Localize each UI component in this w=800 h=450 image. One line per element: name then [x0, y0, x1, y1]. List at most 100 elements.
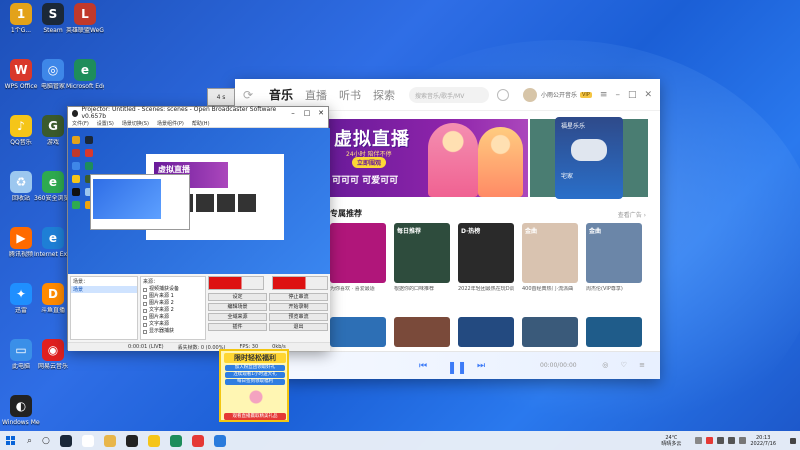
obs-button[interactable]: 插件 — [208, 323, 267, 331]
menu-icon[interactable]: ≡ — [600, 90, 608, 100]
source-item[interactable]: 文字来源 — [141, 321, 205, 328]
taskbar-app-icon[interactable] — [125, 434, 138, 447]
source-checkbox[interactable] — [143, 315, 147, 320]
card-caption[interactable]: 为你喜欢 · 喜爱最适 — [330, 286, 386, 292]
taskbar-app-icon[interactable] — [103, 434, 116, 447]
tray-chevron-icon[interactable] — [695, 437, 703, 444]
source-item[interactable]: 视频捕获设备 — [141, 286, 205, 293]
obs-button[interactable]: 预览串流 — [269, 313, 328, 321]
media-icon[interactable]: ◐ Windows Media — [2, 395, 40, 426]
source-checkbox[interactable] — [143, 329, 147, 334]
card-cover-image[interactable]: 每日推荐 — [394, 223, 450, 283]
mic-volume-meter[interactable] — [208, 276, 264, 290]
source-item[interactable]: 图片来源 — [141, 314, 205, 321]
source-item[interactable]: 显示器捕获 — [141, 328, 205, 335]
obs-window[interactable]: Projector: Untitled - Scenes: scenes - O… — [67, 106, 330, 351]
clock[interactable]: 20:13 2022/7/16 — [750, 435, 776, 447]
taskbar-thumbnail[interactable]: 4 s — [207, 88, 235, 106]
game-card[interactable]: 福星乐乐 宅家 — [555, 117, 623, 199]
tab-audiobook[interactable]: 听书 — [339, 87, 361, 103]
source-checkbox[interactable] — [143, 294, 147, 299]
search-input[interactable]: 搜索音乐/歌手/MV — [409, 86, 490, 103]
tab-explore[interactable]: 探索 — [373, 87, 395, 103]
tab-live[interactable]: 直播 — [305, 87, 327, 103]
minimize-icon[interactable]: – — [286, 109, 300, 117]
source-item[interactable]: 文字来源 2 — [141, 307, 205, 314]
promo-popup[interactable]: 限时轻松福利 加入粉丝团领取好礼 连续观看1小时送大礼 每日签到领取福利 观看直… — [219, 349, 289, 422]
obs-menu-item[interactable]: 场景组件(P) — [157, 120, 184, 127]
card-caption[interactable]: 周杰伦(VIP尊享) — [586, 286, 642, 292]
listen-recognize-icon[interactable] — [497, 88, 510, 101]
obs-button[interactable]: 停止串流 — [269, 293, 328, 301]
live-banner[interactable]: 虚拟直播 24小时 陪伴不停 立即围观 可可可 可爱可可 — [328, 119, 528, 197]
taskbar-app-icon[interactable] — [213, 434, 226, 447]
scene-item[interactable]: 场景 — [71, 286, 137, 293]
avatar[interactable] — [522, 87, 537, 102]
rec-card-4[interactable]: 金曲 400首经典热门·流派曲 — [522, 223, 578, 292]
tray-app-icon[interactable] — [706, 437, 714, 444]
card-caption[interactable]: 2022年轻团最热在玩D调精品 — [458, 286, 514, 292]
section-more-link[interactable]: 查看广告 › — [618, 210, 646, 219]
input-method-icon[interactable] — [739, 437, 747, 444]
source-item[interactable]: 图片来源 2 — [141, 300, 205, 307]
obs-button[interactable]: 开始录制 — [269, 303, 328, 311]
user-area[interactable]: 小雨公开音乐 VIP ≡ – □ ✕ — [522, 87, 652, 102]
source-checkbox[interactable] — [143, 287, 147, 292]
maximize-icon[interactable]: □ — [300, 109, 314, 117]
obs-button[interactable]: 退出 — [269, 323, 328, 331]
obs-button[interactable]: 全域来源 — [208, 313, 267, 321]
rec-card-5[interactable]: 金曲周杰伦(VIP尊享) — [586, 223, 642, 292]
maximize-icon[interactable]: □ — [628, 90, 637, 100]
search-icon[interactable]: ⌕ — [27, 436, 32, 446]
obs-menu-item[interactable]: 设置(S) — [97, 120, 114, 127]
taskbar-app-icon[interactable] — [169, 434, 182, 447]
network-icon[interactable] — [717, 437, 725, 444]
tab-music[interactable]: 音乐 — [269, 86, 293, 103]
weather-widget[interactable]: 24℃ 晴晴多云 — [661, 435, 681, 447]
card-cover-image[interactable]: 金曲 — [586, 223, 642, 283]
start-icon[interactable] — [6, 436, 15, 445]
previous-icon[interactable]: ⏮ — [419, 361, 427, 371]
taskbar-app-icon[interactable] — [147, 434, 160, 447]
player-controls-icons[interactable]: ◎ ♡ ≡ — [602, 361, 650, 369]
card-caption[interactable]: 根据你的口味推荐 — [394, 286, 450, 292]
obs-menu-item[interactable]: 文件(F) — [72, 120, 89, 127]
rec-card-1[interactable]: 为你喜欢 · 喜爱最适 — [330, 223, 386, 292]
task-view-icon[interactable]: ○ — [42, 436, 50, 446]
rec-row2-4[interactable] — [522, 317, 578, 347]
rec-card-3[interactable]: D·热榜 2022年轻团最热在玩D调精品 — [458, 223, 514, 292]
card-caption[interactable]: 400首经典热门·流派曲 — [522, 286, 578, 292]
play-pause-icon[interactable]: ❚❚ — [447, 360, 467, 374]
rec-row2-3[interactable] — [458, 317, 514, 347]
taskbar-app-icon[interactable] — [59, 434, 72, 447]
rec-row2-2[interactable] — [394, 317, 450, 347]
volume-icon[interactable] — [728, 437, 736, 444]
obs-menu-item[interactable]: 帮助(H) — [192, 120, 210, 127]
obs-button[interactable]: 编辑场景 — [208, 303, 267, 311]
refresh-icon[interactable]: ⟳ — [243, 88, 257, 102]
source-checkbox[interactable] — [143, 301, 147, 306]
taskbar-app-icon[interactable] — [191, 434, 204, 447]
notification-icon[interactable] — [790, 437, 796, 444]
desktop-volume-meter[interactable] — [272, 276, 328, 290]
obs-button[interactable]: 设定 — [208, 293, 267, 301]
wegame-icon[interactable]: L 英雄联盟WeGame — [66, 3, 104, 34]
rec-row2-1[interactable] — [330, 317, 386, 347]
close-icon[interactable]: ✕ — [644, 90, 652, 100]
close-icon[interactable]: ✕ — [314, 109, 328, 117]
card-cover-image[interactable]: 金曲 — [522, 223, 578, 283]
minimize-icon[interactable]: – — [615, 90, 620, 100]
user-name[interactable]: 小雨公开音乐 — [541, 90, 577, 99]
rec-row2-5[interactable] — [586, 317, 642, 347]
taskbar-app-icon[interactable] — [81, 434, 94, 447]
next-icon[interactable]: ⏭ — [477, 361, 485, 371]
card-cover-image[interactable] — [330, 223, 386, 283]
source-checkbox[interactable] — [143, 308, 147, 313]
banner-watch-button[interactable]: 立即围观 — [352, 157, 387, 168]
obs-menu-item[interactable]: 场景切换(S) — [122, 120, 149, 127]
source-item[interactable]: 图片来源 1 — [141, 293, 205, 300]
edge-icon[interactable]: e Microsoft Edge — [66, 59, 104, 90]
source-checkbox[interactable] — [143, 322, 147, 327]
rec-card-2[interactable]: 每日推荐根据你的口味推荐 — [394, 223, 450, 292]
card-cover-image[interactable]: D·热榜 — [458, 223, 514, 283]
